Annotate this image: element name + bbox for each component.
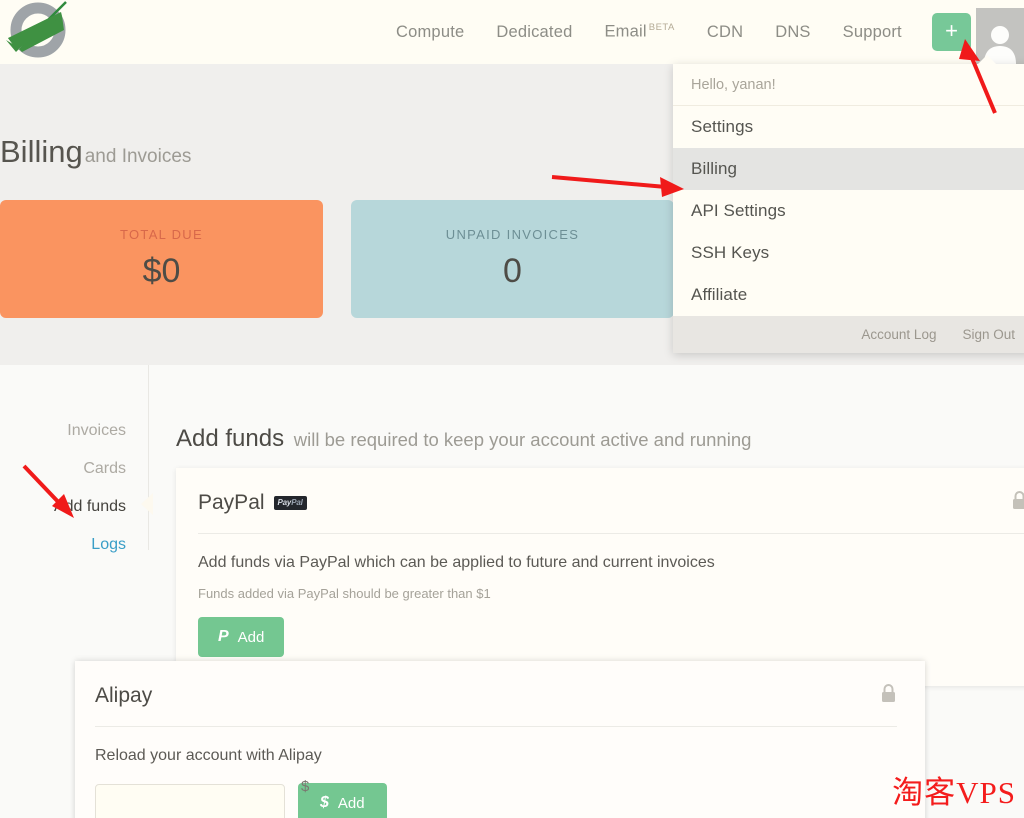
lock-icon <box>1011 490 1024 515</box>
dropdown-item-billing[interactable]: Billing <box>673 148 1024 190</box>
plus-icon: + <box>945 20 958 42</box>
section-heading: Add funds will be required to keep your … <box>176 365 1024 453</box>
account-log-link[interactable]: Account Log <box>861 327 936 342</box>
stat-label-unpaid-invoices: UNPAID INVOICES <box>446 227 579 242</box>
alipay-add-button[interactable]: $ Add <box>298 783 387 818</box>
paypal-title: PayPal <box>198 491 265 515</box>
alipay-title: Alipay <box>95 684 152 708</box>
dropdown-item-ssh-keys[interactable]: SSH Keys <box>673 232 1024 274</box>
dropdown-item-affiliate[interactable]: Affiliate <box>673 274 1024 316</box>
sidebar-item-cards[interactable]: Cards <box>0 457 148 481</box>
main-content: Invoices Cards Add funds Logs Add funds … <box>0 365 1024 818</box>
sidebar-item-logs[interactable]: Logs <box>0 533 148 557</box>
dollar-icon: $ <box>320 794 329 812</box>
nav-email-label: Email <box>604 23 646 41</box>
nav-compute[interactable]: Compute <box>380 23 480 42</box>
alipay-add-label: Add <box>338 795 365 812</box>
dropdown-item-settings[interactable]: Settings <box>673 106 1024 148</box>
alipay-panel-header: Alipay <box>95 683 897 727</box>
billing-sidebar: Invoices Cards Add funds Logs <box>0 365 149 550</box>
watermark: 淘客VPS <box>892 767 1016 812</box>
sidebar-item-add-funds[interactable]: Add funds <box>0 495 148 519</box>
page-root: Compute Dedicated EmailBETA CDN DNS Supp… <box>0 0 1024 818</box>
currency-suffix: $ <box>301 778 309 795</box>
stat-label-total-due: TOTAL DUE <box>120 227 203 242</box>
section-heading-sub: will be required to keep your account ac… <box>294 429 752 450</box>
stat-value-unpaid-invoices: 0 <box>503 252 522 291</box>
alipay-title-group: Alipay <box>95 684 152 708</box>
alipay-amount-row: $ $ Add <box>95 783 897 818</box>
add-deploy-button[interactable]: + <box>932 13 971 51</box>
dropdown-footer: Account Log Sign Out <box>673 316 1024 353</box>
page-title-main: Billing <box>0 134 83 169</box>
paypal-title-group: PayPal PayPal <box>198 491 307 515</box>
sidebar-collapse-chevron-icon[interactable] <box>141 493 153 515</box>
stat-cards: TOTAL DUE $0 UNPAID INVOICES 0 <box>0 200 674 318</box>
page-title-sub: and Invoices <box>85 146 192 167</box>
nav-email[interactable]: EmailBETA <box>588 22 690 42</box>
paypal-note: Funds added via PayPal should be greater… <box>198 586 1024 601</box>
add-funds-column: Add funds will be required to keep your … <box>176 365 1024 453</box>
sidebar-item-invoices[interactable]: Invoices <box>0 419 148 443</box>
lock-icon <box>880 683 897 708</box>
alipay-description: Reload your account with Alipay <box>95 747 897 765</box>
stat-value-total-due: $0 <box>143 252 181 291</box>
nav-dns[interactable]: DNS <box>759 23 826 42</box>
paypal-panel-header: PayPal PayPal <box>198 490 1024 534</box>
dropdown-caret-icon <box>977 55 997 65</box>
paypal-add-button[interactable]: P Add <box>198 617 284 657</box>
nav-links: Compute Dedicated EmailBETA CDN DNS Supp… <box>380 0 918 64</box>
alipay-panel: Alipay Reload your account with Alipay $… <box>75 661 925 818</box>
nav-dedicated[interactable]: Dedicated <box>480 23 588 42</box>
paypal-panel: PayPal PayPal Add funds via PayPal which… <box>176 468 1024 686</box>
paypal-p-icon: P <box>218 628 229 646</box>
dropdown-greeting: Hello, yanan! <box>673 64 1024 106</box>
paypal-logo-badge: PayPal <box>274 496 307 510</box>
account-dropdown-menu: Hello, yanan! Settings Billing API Setti… <box>673 64 1024 353</box>
paypal-description: Add funds via PayPal which can be applie… <box>198 554 1024 572</box>
paypal-add-label: Add <box>238 629 265 646</box>
nav-cdn[interactable]: CDN <box>691 23 759 42</box>
stat-card-total-due: TOTAL DUE $0 <box>0 200 323 318</box>
top-navigation-bar: Compute Dedicated EmailBETA CDN DNS Supp… <box>0 0 1024 64</box>
section-heading-main: Add funds <box>176 425 284 452</box>
dropdown-item-api-settings[interactable]: API Settings <box>673 190 1024 232</box>
page-title: Billingand Invoices <box>0 134 191 170</box>
nav-support[interactable]: Support <box>827 23 918 42</box>
stat-card-unpaid-invoices: UNPAID INVOICES 0 <box>351 200 674 318</box>
alipay-amount-input[interactable] <box>95 784 285 818</box>
sign-out-link[interactable]: Sign Out <box>962 327 1015 342</box>
vultr-logo[interactable] <box>4 0 76 64</box>
beta-badge: BETA <box>649 22 675 33</box>
